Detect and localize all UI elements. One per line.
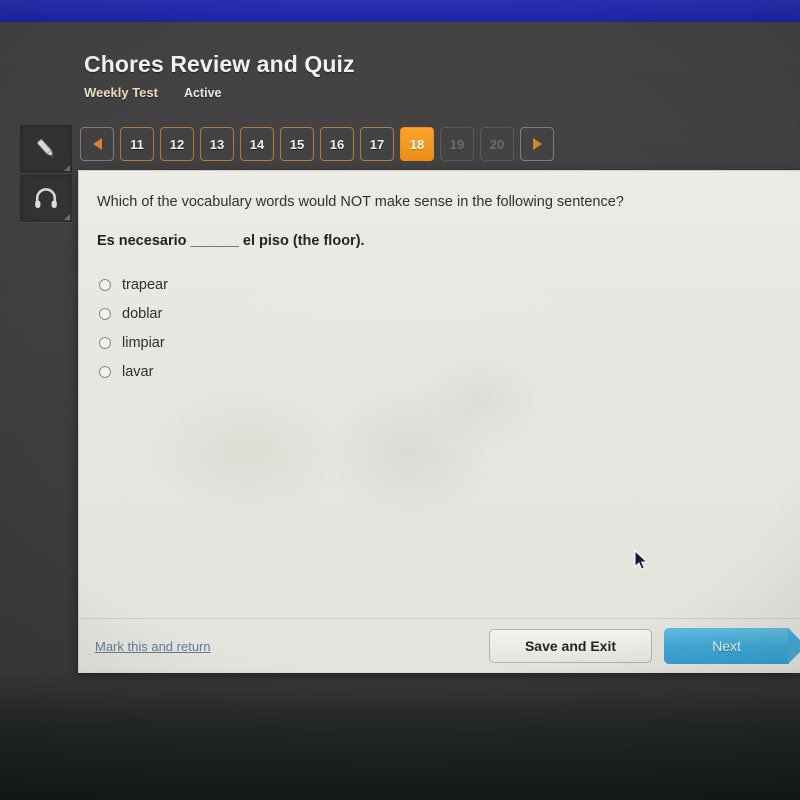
pagination-page-17[interactable]: 17: [360, 127, 394, 161]
pagination-page-14[interactable]: 14: [240, 127, 274, 161]
tool-button-annotate[interactable]: [20, 125, 72, 174]
answer-choice-label: lavar: [122, 364, 154, 381]
headphones-icon: [35, 188, 57, 208]
answer-choice-label: trapear: [122, 277, 168, 294]
subtitle-row: Weekly Test Active: [84, 85, 355, 100]
next-button[interactable]: Next: [664, 628, 800, 664]
pagination-page-12[interactable]: 12: [160, 127, 194, 161]
chevron-right-icon: [532, 138, 542, 150]
pencil-icon: [37, 139, 54, 158]
pagination-page-19-disabled: 19: [440, 127, 474, 161]
answer-choice-list: trapear doblar limpiar lavar: [97, 271, 783, 387]
browser-top-bar: [0, 0, 800, 22]
answer-choice-trapear[interactable]: trapear: [97, 271, 783, 300]
answer-choice-lavar[interactable]: lavar: [97, 358, 783, 387]
arrow-right-icon: [788, 628, 800, 664]
screen-photo: Chores Review and Quiz Weekly Test Activ…: [0, 0, 800, 800]
page-title: Chores Review and Quiz: [84, 51, 355, 77]
mark-and-return-link[interactable]: Mark this and return: [95, 639, 211, 654]
question-panel: Which of the vocabulary words would NOT …: [78, 170, 800, 673]
status-badge: Active: [183, 86, 222, 101]
radio-button-icon[interactable]: [99, 308, 111, 321]
pagination-prev-button[interactable]: [80, 127, 114, 161]
radio-button-icon[interactable]: [99, 279, 111, 292]
radio-button-icon[interactable]: [99, 366, 111, 379]
next-button-label: Next: [712, 638, 741, 654]
pagination-page-18-current[interactable]: 18: [400, 127, 434, 161]
tool-corner-marker: [64, 165, 70, 171]
answer-choice-limpiar[interactable]: limpiar: [97, 329, 783, 358]
pagination-page-13[interactable]: 13: [200, 127, 234, 161]
pagination-page-11[interactable]: 11: [120, 127, 154, 161]
pagination-page-20-disabled: 20: [480, 127, 514, 161]
save-and-exit-button[interactable]: Save and Exit: [489, 629, 652, 663]
answer-choice-label: limpiar: [122, 335, 165, 352]
pagination-page-15[interactable]: 15: [280, 127, 314, 161]
question-pagination: 11 12 13 14 15 16 17 18 19 20: [80, 127, 554, 161]
answer-choice-label: doblar: [122, 306, 163, 323]
pagination-page-16[interactable]: 16: [320, 127, 354, 161]
tool-corner-marker: [64, 214, 70, 220]
tool-rail: [20, 125, 72, 223]
question-area: Which of the vocabulary words would NOT …: [97, 193, 783, 387]
question-sentence: Es necesario ______ el piso (the floor).: [97, 232, 365, 249]
answer-choice-doblar[interactable]: doblar: [97, 300, 783, 329]
radio-button-icon[interactable]: [99, 337, 111, 350]
pagination-next-button[interactable]: [520, 127, 554, 161]
lesson-type-label: Weekly Test: [84, 85, 158, 101]
panel-footer: Mark this and return Save and Exit Next: [79, 618, 800, 673]
tool-button-audio[interactable]: [20, 174, 72, 223]
question-prompt: Which of the vocabulary words would NOT …: [97, 194, 624, 210]
quiz-header: Chores Review and Quiz Weekly Test Activ…: [84, 51, 355, 100]
chevron-left-icon: [92, 138, 102, 150]
